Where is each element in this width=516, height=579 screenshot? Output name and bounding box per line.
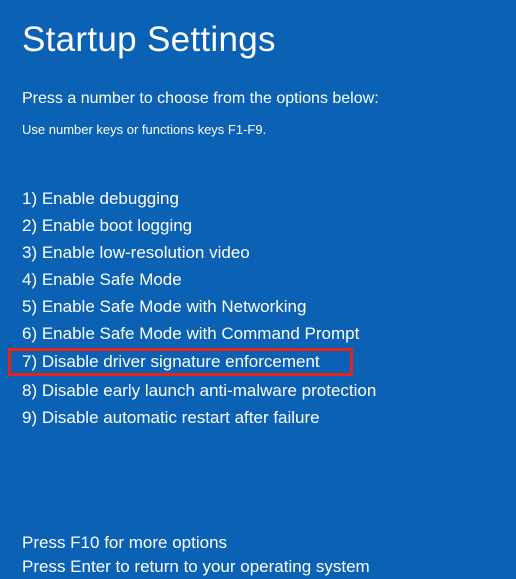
startup-option-6[interactable]: 6) Enable Safe Mode with Command Prompt (22, 320, 494, 347)
options-list: 1) Enable debugging2) Enable boot loggin… (22, 185, 494, 431)
subtitle-text: Press a number to choose from the option… (22, 90, 494, 108)
startup-option-2[interactable]: 2) Enable boot logging (22, 212, 494, 239)
startup-option-3[interactable]: 3) Enable low-resolution video (22, 239, 494, 266)
startup-option-8[interactable]: 8) Disable early launch anti-malware pro… (22, 377, 494, 404)
startup-option-4[interactable]: 4) Enable Safe Mode (22, 266, 494, 293)
startup-option-5[interactable]: 5) Enable Safe Mode with Networking (22, 293, 494, 320)
page-title: Startup Settings (22, 20, 494, 60)
startup-option-1[interactable]: 1) Enable debugging (22, 185, 494, 212)
hint-text: Use number keys or functions keys F1-F9. (22, 122, 494, 137)
footer-more-options: Press F10 for more options (22, 531, 494, 555)
startup-option-9[interactable]: 9) Disable automatic restart after failu… (22, 404, 494, 431)
startup-option-7[interactable]: 7) Disable driver signature enforcement (8, 348, 353, 376)
footer-return-os: Press Enter to return to your operating … (22, 555, 494, 579)
